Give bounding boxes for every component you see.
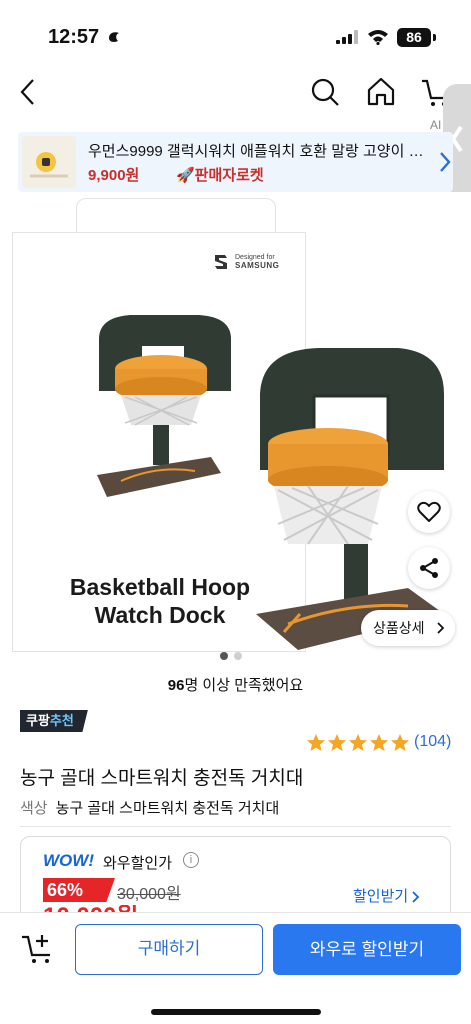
original-price: 30,000원 — [117, 886, 181, 903]
related-product-banner[interactable]: 우먼스9999 갤럭시워치 애플워치 호환 말랑 고양이 충전독 거치대 9,9… — [18, 132, 453, 192]
star-icon — [307, 734, 325, 751]
product-detail-label: 상품상세 — [373, 620, 425, 636]
product-title: 농구 골대 스마트워치 충전독 거치대 — [20, 768, 304, 789]
get-discount-button[interactable]: 할인받기 — [353, 885, 420, 906]
banner-thumbnail — [22, 136, 76, 188]
wifi-icon — [368, 30, 388, 45]
samsung-logo: Designed for SAMSUNG — [213, 253, 279, 271]
satisfaction-text: 96명 이상 만족했어요 — [0, 674, 471, 695]
share-button[interactable] — [408, 547, 450, 589]
divider — [20, 826, 451, 827]
search-icon[interactable] — [308, 74, 342, 110]
carousel-pagination — [220, 652, 242, 660]
info-icon[interactable]: i — [183, 852, 199, 868]
option-label: 색상 — [20, 800, 48, 817]
banner-title: 우먼스9999 갤럭시워치 애플워치 호환 말랑 고양이 충전독 거치대 — [88, 143, 428, 160]
pagination-dot — [234, 652, 242, 660]
wow-price-label: 와우할인가 — [103, 855, 173, 872]
designed-for-samsung-icon — [215, 255, 227, 269]
logo-brand: SAMSUNG — [235, 261, 280, 270]
option-value: 농구 골대 스마트워치 충전독 거치대 — [55, 800, 280, 817]
satisfaction-suffix: 명 이상 만족했어요 — [184, 677, 304, 694]
chevron-right-icon — [436, 622, 444, 634]
heart-icon — [417, 501, 441, 522]
option-row[interactable]: 색상 농구 골대 스마트워치 충전독 거치대 — [20, 797, 279, 818]
wishlist-button[interactable] — [408, 491, 450, 533]
top-nav: AI — [0, 70, 471, 132]
seller-rocket-badge: 🚀판매자로켓 — [176, 167, 264, 184]
recommend-prefix: 쿠팡 — [26, 713, 50, 728]
chevron-left-icon[interactable] — [12, 74, 44, 110]
bottom-action-bar: 구매하기 와우로 할인받기 — [0, 912, 471, 1024]
wow-discount-buy-button[interactable]: 와우로 할인받기 — [273, 924, 461, 975]
banner-price: 9,900원 — [88, 167, 140, 184]
logo-tagline: Designed for — [235, 254, 275, 261]
focus-mode-icon — [109, 32, 119, 42]
get-discount-label: 할인받기 — [353, 888, 409, 905]
rating-stars[interactable] — [306, 733, 410, 753]
share-icon — [420, 558, 438, 578]
status-time: 12:57 — [48, 26, 100, 48]
satisfaction-count: 96 — [167, 677, 185, 694]
star-icon — [391, 734, 409, 751]
add-to-cart-icon[interactable] — [20, 931, 56, 965]
battery-indicator: 86 — [397, 28, 431, 47]
coupang-recommend-badge: 쿠팡추천 — [20, 710, 88, 732]
star-icon — [328, 734, 346, 751]
recommend-accent: 추천 — [49, 713, 74, 728]
star-icon — [349, 734, 367, 751]
product-image-carousel[interactable]: Designed for SAMSUNG Basketball Hoop Wat… — [0, 192, 471, 662]
home-icon[interactable] — [364, 74, 398, 110]
wow-logo: WOW! — [43, 851, 94, 870]
chevron-right-icon — [440, 152, 451, 172]
buy-button[interactable]: 구매하기 — [75, 924, 263, 975]
signal-icon — [336, 30, 358, 44]
product-detail-button[interactable]: 상품상세 — [361, 610, 455, 646]
review-count-link[interactable]: (104) — [414, 733, 451, 751]
ai-label: AI — [430, 118, 442, 132]
discount-badge: 66% — [43, 878, 115, 902]
hoop-illustration-small — [97, 315, 231, 497]
chevron-right-icon — [412, 891, 420, 903]
battery-tip — [433, 34, 436, 41]
status-bar: 12:57 86 — [0, 0, 471, 70]
pagination-dot-active — [220, 652, 228, 660]
home-indicator — [151, 1009, 321, 1015]
star-icon — [370, 734, 388, 751]
